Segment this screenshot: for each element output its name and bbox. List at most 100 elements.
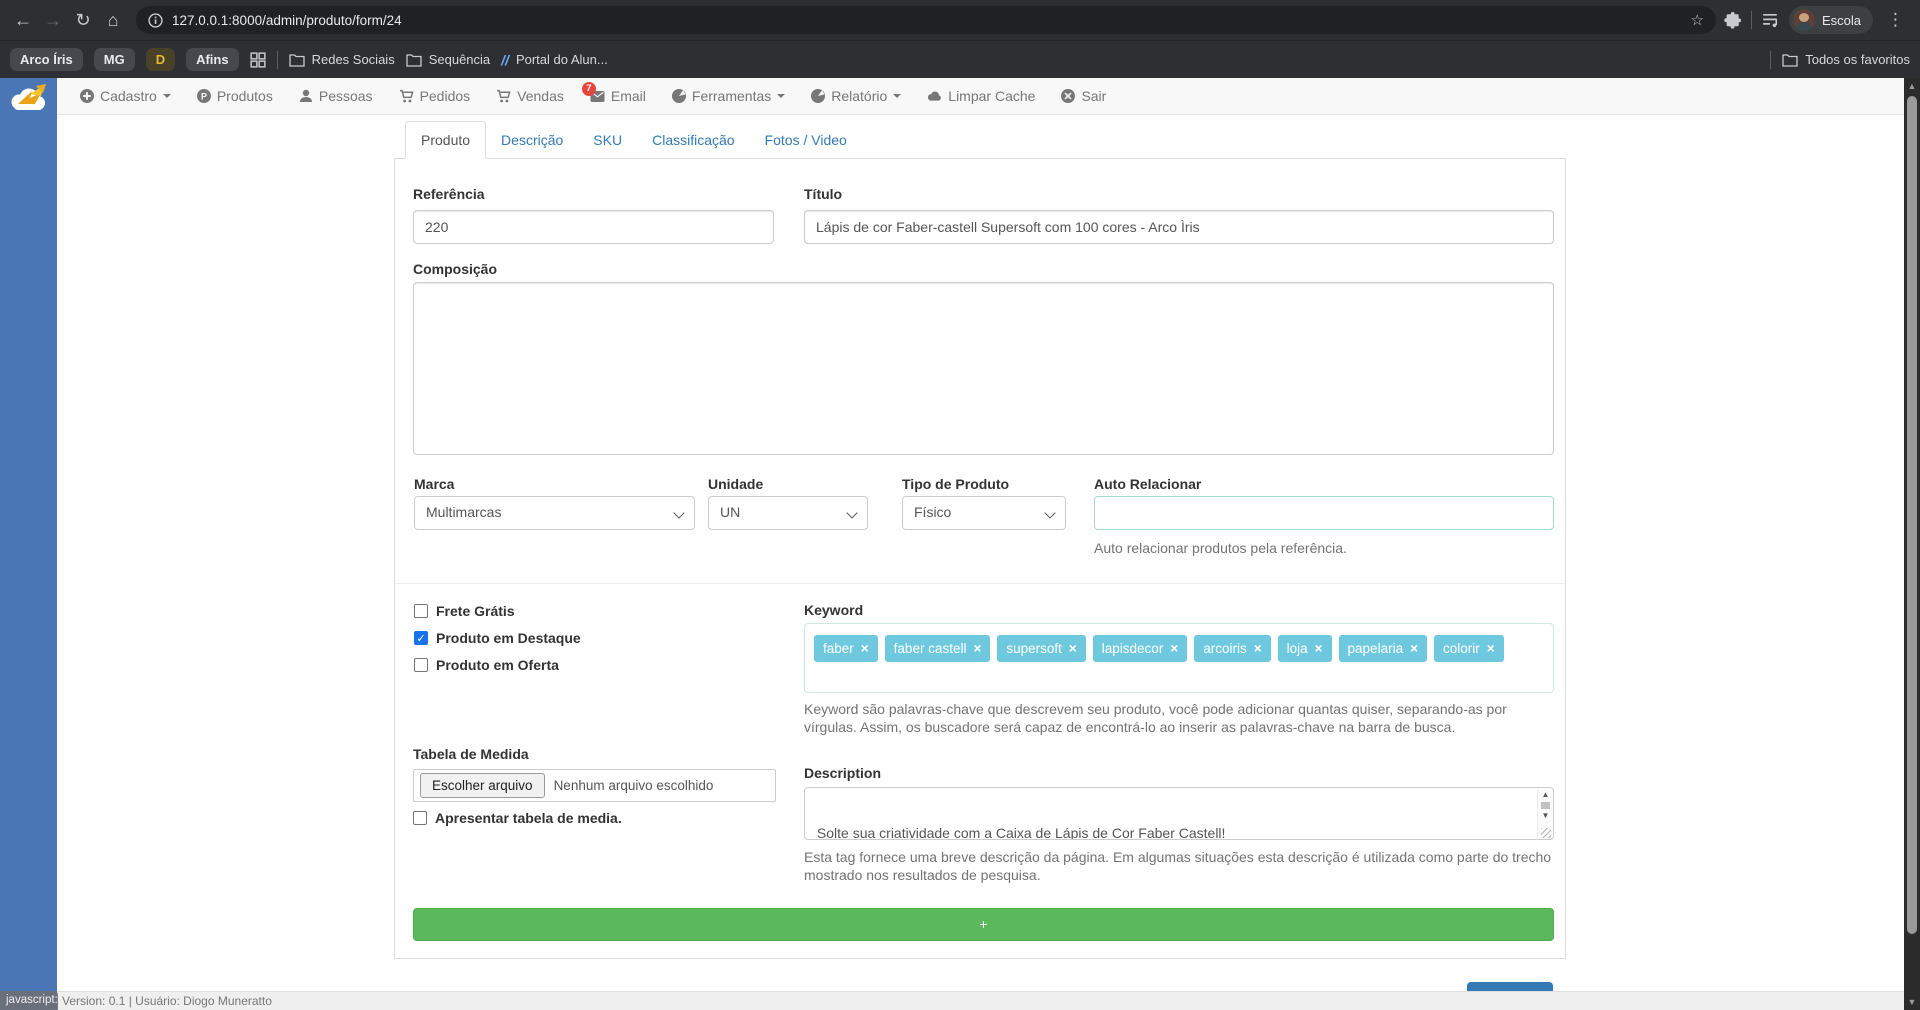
- tag-label: colorir: [1443, 641, 1480, 656]
- tag-label: lapisdecor: [1102, 641, 1164, 656]
- navbar-item-produtos[interactable]: P Produtos: [184, 78, 286, 115]
- browser-menu-icon[interactable]: ⋮: [1883, 10, 1908, 30]
- tabela-medida-label: Tabela de Medida: [413, 746, 529, 762]
- choose-file-button[interactable]: Escolher arquivo: [420, 773, 545, 798]
- profile-chip[interactable]: Escola: [1789, 6, 1873, 34]
- folder-icon: [1782, 53, 1798, 67]
- apps-grid-icon[interactable]: [250, 52, 266, 68]
- navbar-item-relatorio[interactable]: Relatório: [798, 78, 914, 115]
- tipo-produto-select[interactable]: Físico: [902, 496, 1066, 530]
- navbar-item-vendas[interactable]: Vendas: [483, 78, 577, 115]
- keyword-tag: arcoiris: [1194, 635, 1270, 662]
- bookmark-pill-d[interactable]: D: [146, 48, 175, 71]
- add-button[interactable]: +: [413, 908, 1554, 941]
- tab-produto[interactable]: Produto: [405, 121, 486, 159]
- remove-tag-icon[interactable]: [973, 641, 981, 656]
- keyword-tag: colorir: [1434, 635, 1504, 662]
- produto-em-destaque-checkbox[interactable]: Produto em Destaque: [414, 630, 581, 646]
- back-icon[interactable]: ←: [8, 5, 38, 35]
- remove-tag-icon[interactable]: [1069, 641, 1077, 656]
- description-text: Solte sua criatividade com a Caixa de Lá…: [805, 788, 1553, 840]
- remove-tag-icon[interactable]: [1315, 641, 1323, 656]
- navbar-label: Ferramentas: [692, 88, 771, 104]
- produto-em-oferta-checkbox[interactable]: Produto em Oferta: [414, 657, 559, 673]
- bookmark-pill-arco-iris[interactable]: Arco Íris: [10, 48, 83, 71]
- bookmark-star-icon[interactable]: ☆: [1691, 11, 1704, 29]
- all-bookmarks-folder[interactable]: Todos os favoritos: [1782, 52, 1910, 67]
- keyword-tag: supersoft: [997, 635, 1085, 662]
- checkbox-unchecked-icon[interactable]: [414, 604, 428, 618]
- bookmarks-bar: Arco Íris MG D Afins Redes Sociais Sequê…: [0, 40, 1920, 78]
- checkbox-unchecked-icon[interactable]: [414, 658, 428, 672]
- apresentar-tabela-checkbox[interactable]: Apresentar tabela de media.: [413, 810, 622, 826]
- tab-fotos-video[interactable]: Fotos / Video: [750, 122, 862, 158]
- scrollbar-thumb[interactable]: [1907, 96, 1917, 934]
- navbar-item-cadastro[interactable]: Cadastro: [67, 78, 184, 115]
- frete-gratis-checkbox[interactable]: Frete Grátis: [414, 603, 515, 619]
- checkbox-checked-icon[interactable]: [414, 631, 428, 645]
- navbar-item-sair[interactable]: Sair: [1048, 78, 1119, 115]
- keyword-tags-input[interactable]: faber faber castell supersoft lapisdecor…: [804, 623, 1554, 693]
- navbar-item-pedidos[interactable]: Pedidos: [386, 78, 484, 115]
- scroll-thumb[interactable]: [1541, 802, 1550, 809]
- address-bar[interactable]: 127.0.0.1:8000/admin/produto/form/24 ☆: [136, 6, 1716, 34]
- composicao-textarea[interactable]: [413, 282, 1554, 455]
- keyword-tag: papelaria: [1339, 635, 1427, 662]
- user-icon: [299, 89, 313, 103]
- caret-down-icon: [893, 94, 901, 102]
- remove-tag-icon[interactable]: [1170, 641, 1178, 656]
- remove-tag-icon[interactable]: [1487, 641, 1495, 656]
- site-info-icon[interactable]: [148, 13, 163, 28]
- playlist-side-panel-icon[interactable]: [1762, 12, 1779, 29]
- resize-grip-icon[interactable]: [1541, 828, 1551, 838]
- navbar-item-email[interactable]: 7 Email: [577, 78, 659, 115]
- extensions-icon[interactable]: [1724, 12, 1741, 29]
- description-textarea[interactable]: Solte sua criatividade com a Caixa de Lá…: [804, 787, 1554, 840]
- page-scrollbar[interactable]: ▲ ▼: [1904, 78, 1920, 1010]
- keyword-tag: lapisdecor: [1093, 635, 1187, 662]
- titulo-input[interactable]: [804, 210, 1554, 244]
- bookmark-pill-afins[interactable]: Afins: [186, 48, 239, 71]
- remove-tag-icon[interactable]: [1254, 641, 1262, 656]
- bookmark-folder-label: Sequência: [429, 52, 490, 67]
- referencia-input[interactable]: [413, 210, 774, 244]
- folder-icon: [289, 53, 305, 67]
- navbar-item-ferramentas[interactable]: Ferramentas: [659, 78, 798, 115]
- tag-label: loja: [1287, 641, 1308, 656]
- pie-icon: [811, 89, 825, 103]
- remove-tag-icon[interactable]: [861, 641, 869, 656]
- tab-descricao[interactable]: Descrição: [486, 122, 578, 158]
- bookmarks-right: Todos os favoritos: [1770, 51, 1910, 69]
- bookmark-pill-mg[interactable]: MG: [94, 48, 135, 71]
- keyword-tag: loja: [1278, 635, 1332, 662]
- checkbox-label: Produto em Oferta: [436, 657, 559, 673]
- scroll-down-icon[interactable]: ▼: [1904, 994, 1920, 1010]
- bookmark-folder-sequencia[interactable]: Sequência: [406, 52, 490, 67]
- bookmarks-separator: [277, 51, 278, 69]
- tab-sku[interactable]: SKU: [578, 122, 637, 158]
- tabela-medida-file-input[interactable]: Escolher arquivo Nenhum arquivo escolhid…: [413, 769, 776, 802]
- navbar-item-pessoas[interactable]: Pessoas: [286, 78, 386, 115]
- checkbox-unchecked-icon[interactable]: [413, 811, 427, 825]
- tag-label: faber: [823, 641, 854, 656]
- reload-icon[interactable]: ↻: [68, 5, 98, 35]
- scroll-down-icon[interactable]: ▼: [1538, 810, 1553, 822]
- tab-classificacao[interactable]: Classificação: [637, 122, 749, 158]
- form-container: Produto Descrição SKU Classificação Foto…: [394, 118, 1566, 959]
- remove-tag-icon[interactable]: [1410, 641, 1418, 656]
- forward-icon[interactable]: →: [38, 5, 68, 35]
- keyword-tag: faber: [814, 635, 878, 662]
- cloud-arrow-logo-icon[interactable]: [8, 82, 49, 112]
- auto-relacionar-label: Auto Relacionar: [1094, 476, 1201, 492]
- plus-circle-icon: [80, 89, 94, 103]
- unidade-select[interactable]: UN: [708, 496, 868, 530]
- navbar-item-limpar-cache[interactable]: Limpar Cache: [914, 78, 1048, 115]
- home-icon[interactable]: ⌂: [98, 5, 128, 35]
- bookmark-folder-redes-sociais[interactable]: Redes Sociais: [289, 52, 395, 67]
- auto-relacionar-input[interactable]: [1094, 496, 1554, 530]
- bookmark-portal-do-aluno[interactable]: // Portal do Alun...: [501, 52, 608, 68]
- email-badge: 7: [582, 82, 596, 96]
- scroll-up-icon[interactable]: ▲: [1904, 78, 1920, 94]
- scroll-up-icon[interactable]: ▲: [1538, 789, 1553, 801]
- marca-select[interactable]: Multimarcas: [414, 496, 695, 530]
